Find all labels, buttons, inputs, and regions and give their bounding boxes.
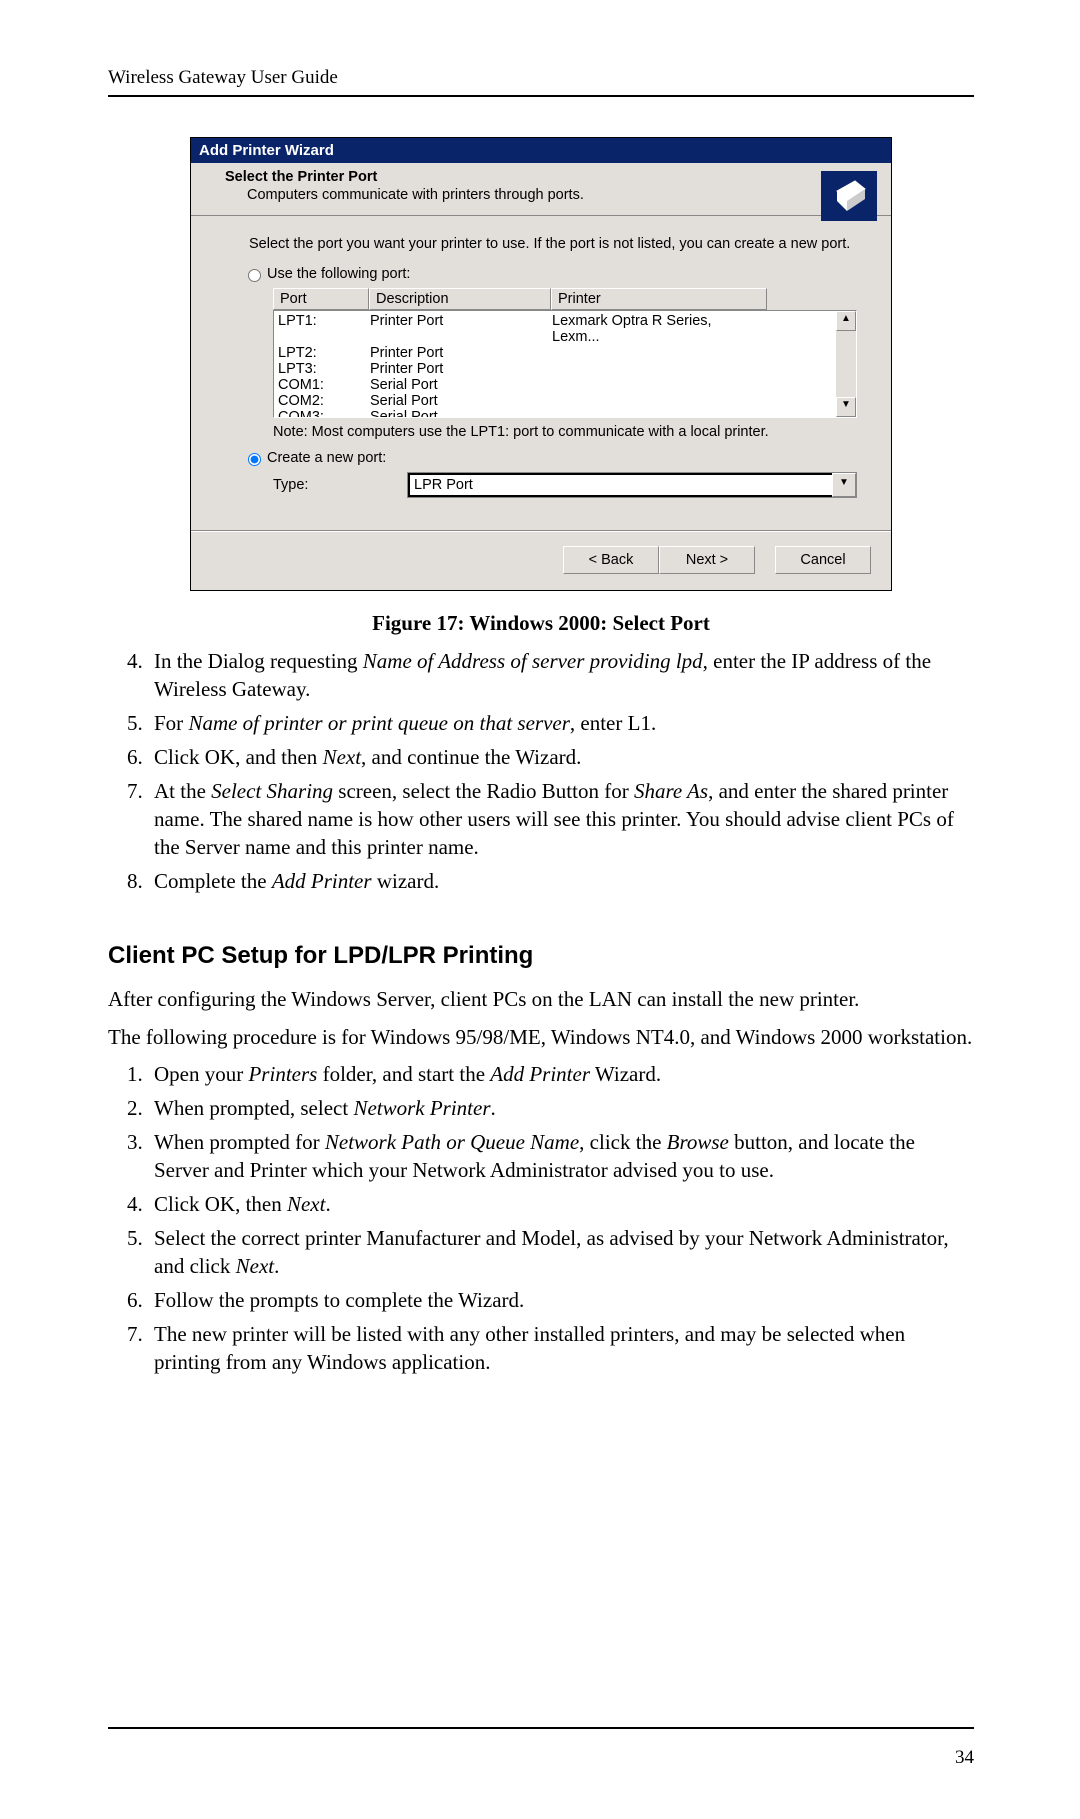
list-item: When prompted, select Network Printer. <box>148 1095 974 1123</box>
list-item: Complete the Add Printer wizard. <box>148 868 974 896</box>
radio-use-port-label: Use the following port: <box>267 266 410 282</box>
chevron-down-icon[interactable]: ▼ <box>832 473 856 497</box>
dialog-header: Select the Printer Port Computers commun… <box>191 163 891 216</box>
dialog-titlebar: Add Printer Wizard <box>191 138 891 163</box>
back-button[interactable]: < Back <box>563 546 659 574</box>
table-row[interactable]: LPT3:Printer Port <box>278 361 836 377</box>
col-description[interactable]: Description <box>369 288 551 310</box>
page-header: Wireless Gateway User Guide <box>108 67 974 89</box>
port-note: Note: Most computers use the LPT1: port … <box>273 424 857 440</box>
list-item: Click OK, then Next. <box>148 1191 974 1219</box>
list-item: Click OK, and then Next, and continue th… <box>148 744 974 772</box>
scrollbar[interactable]: ▲ ▼ <box>836 311 856 417</box>
dialog-subheading: Computers communicate with printers thro… <box>247 187 877 203</box>
col-port[interactable]: Port <box>273 288 369 310</box>
figure-caption: Figure 17: Windows 2000: Select Port <box>108 611 974 636</box>
port-list-rows[interactable]: LPT1:Printer PortLexmark Optra R Series,… <box>274 311 836 417</box>
table-row[interactable]: LPT1:Printer PortLexmark Optra R Series,… <box>278 313 836 345</box>
steps-list-1: In the Dialog requesting Name of Address… <box>108 648 974 895</box>
type-label: Type: <box>273 477 407 493</box>
use-following-port-radio[interactable]: Use the following port: <box>243 266 857 282</box>
paragraph: The following procedure is for Windows 9… <box>108 1024 974 1052</box>
dialog-heading: Select the Printer Port <box>225 169 377 185</box>
scroll-up-icon[interactable]: ▲ <box>836 311 856 331</box>
port-type-select[interactable]: LPR Port ▼ <box>407 472 857 498</box>
table-row[interactable]: COM3:Serial Port <box>278 409 836 417</box>
col-printer[interactable]: Printer <box>551 288 767 310</box>
cancel-button[interactable]: Cancel <box>775 546 871 574</box>
port-list: Port Description Printer LPT1:Printer Po… <box>273 288 857 418</box>
table-row[interactable]: COM1:Serial Port <box>278 377 836 393</box>
printer-port-icon <box>821 171 877 221</box>
radio-create-port[interactable] <box>248 453 261 466</box>
header-rule <box>108 95 974 97</box>
list-item: Select the correct printer Manufacturer … <box>148 1225 974 1281</box>
next-button[interactable]: Next > <box>659 546 755 574</box>
list-item: Open your Printers folder, and start the… <box>148 1061 974 1089</box>
radio-create-port-label: Create a new port: <box>267 450 386 466</box>
list-item: Follow the prompts to complete the Wizar… <box>148 1287 974 1315</box>
radio-use-port[interactable] <box>248 269 261 282</box>
list-item: The new printer will be listed with any … <box>148 1321 974 1377</box>
add-printer-wizard-dialog: Add Printer Wizard Select the Printer Po… <box>190 137 892 591</box>
scroll-track[interactable] <box>836 331 856 397</box>
list-item: At the Select Sharing screen, select the… <box>148 778 974 862</box>
scroll-down-icon[interactable]: ▼ <box>836 397 856 417</box>
port-list-header: Port Description Printer <box>273 288 857 310</box>
section-heading: Client PC Setup for LPD/LPR Printing <box>108 940 974 972</box>
footer-rule <box>108 1727 974 1729</box>
create-new-port-radio[interactable]: Create a new port: <box>243 450 857 466</box>
instruction-text: Select the port you want your printer to… <box>249 236 857 252</box>
page-number: 34 <box>955 1747 974 1769</box>
table-row[interactable]: LPT2:Printer Port <box>278 345 836 361</box>
paragraph: After configuring the Windows Server, cl… <box>108 986 974 1014</box>
port-type-value: LPR Port <box>408 473 832 497</box>
steps-list-2: Open your Printers folder, and start the… <box>108 1061 974 1376</box>
list-item: When prompted for Network Path or Queue … <box>148 1129 974 1185</box>
list-item: In the Dialog requesting Name of Address… <box>148 648 974 704</box>
list-item: For Name of printer or print queue on th… <box>148 710 974 738</box>
table-row[interactable]: COM2:Serial Port <box>278 393 836 409</box>
